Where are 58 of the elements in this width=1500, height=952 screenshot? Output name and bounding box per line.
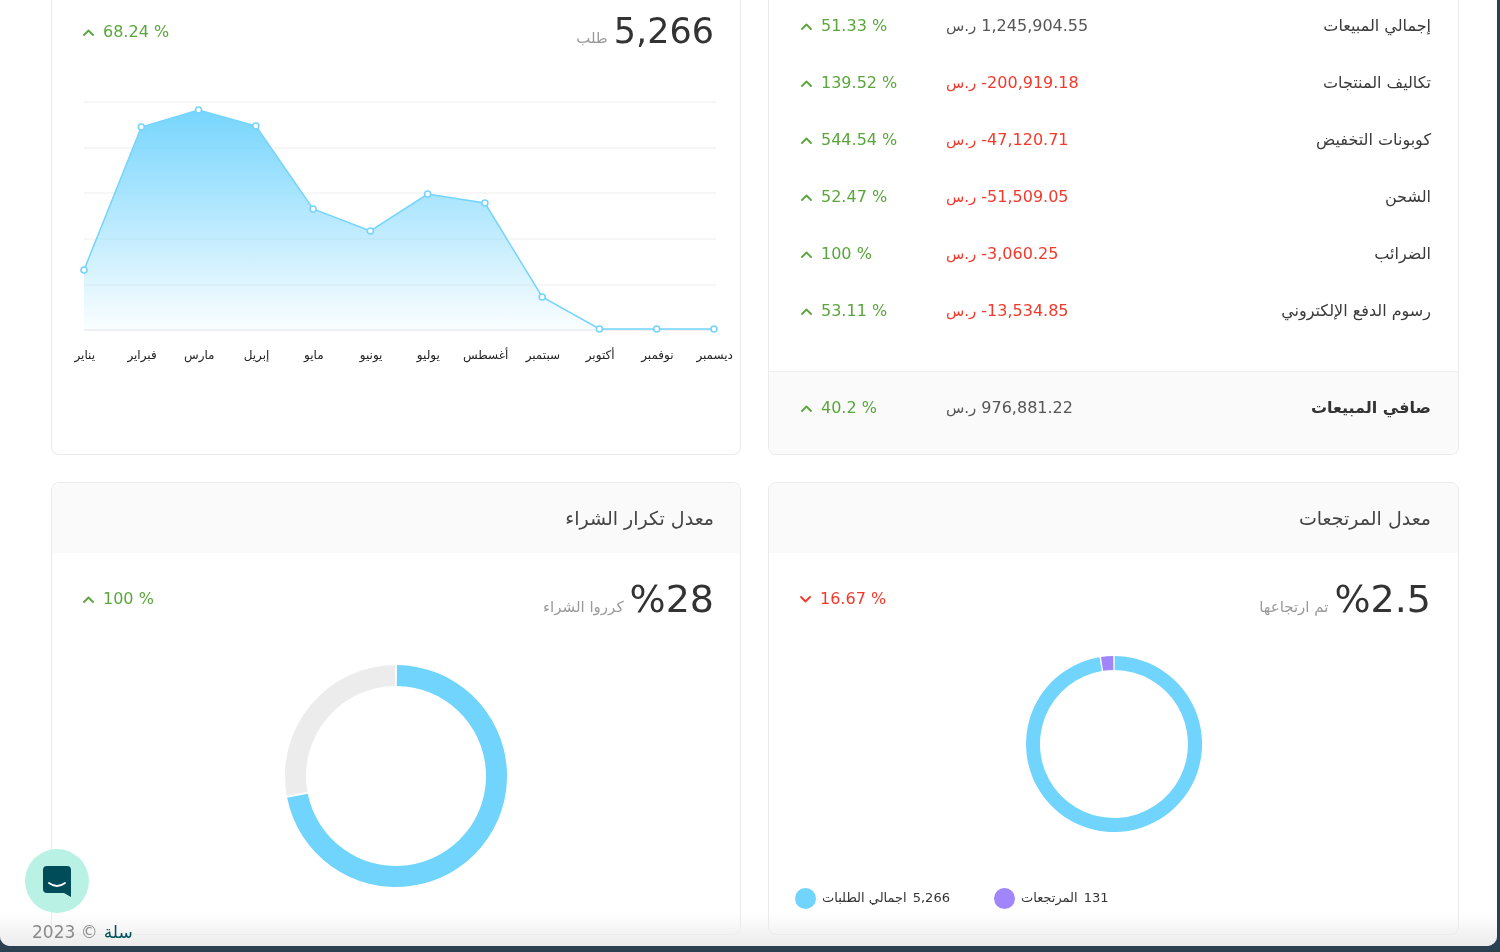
legend-value: 5,266	[912, 889, 950, 908]
copyright-text: © 2023	[32, 921, 98, 944]
month-label: فبراير	[127, 347, 157, 364]
row-label: رسوم الدفع الإلكتروني	[1281, 300, 1431, 323]
currency-text: ر.س	[946, 73, 977, 94]
stat-caption: تم ارتجاعها	[1259, 596, 1329, 618]
month-label: يونيو	[359, 347, 383, 364]
currency-text: ر.س	[946, 301, 977, 322]
change-value: 139.52 %	[821, 72, 898, 94]
change-value: 544.54 %	[821, 129, 898, 151]
currency-text: ر.س	[946, 398, 977, 419]
change-value: 16.67 %	[820, 588, 887, 610]
change-value: 100 %	[103, 588, 154, 610]
stat-value: 5,266	[613, 14, 714, 50]
stat-caption: كرروا الشراء	[543, 596, 624, 618]
amount-text: 976,881.22	[981, 397, 1073, 419]
amount-text: 1,245,904.55	[981, 15, 1089, 37]
row-label: إجمالي المبيعات	[1323, 15, 1431, 38]
change-value: 53.11 %	[821, 300, 888, 322]
month-label: يوليو	[416, 347, 440, 364]
stat-value: %2.5	[1334, 579, 1431, 618]
month-label: مايو	[304, 347, 324, 364]
legend-label: المرتجعات	[1020, 889, 1078, 908]
amount-text: -3,060.25	[981, 243, 1059, 265]
chat-bubble-icon	[43, 865, 71, 897]
stat-unit: طلب	[576, 28, 608, 50]
change-value: 40.2 %	[821, 397, 877, 419]
row-label: الشحن	[1384, 186, 1431, 209]
row-label: صافي المبيعات	[1310, 397, 1431, 420]
change-value: 52.47 %	[821, 186, 888, 208]
change-value: 68.24 %	[103, 21, 170, 43]
card-title: معدل تكرار الشراء	[565, 505, 714, 532]
row-label: الضرائب	[1374, 243, 1431, 265]
amount-text: -51,509.05	[981, 186, 1069, 208]
amount-text: -13,534.85	[981, 300, 1069, 322]
card-title: معدل المرتجعات	[1298, 505, 1431, 532]
month-label: سبتمبر	[525, 347, 561, 364]
month-label: مارس	[184, 347, 215, 364]
month-label: ديسمبر	[696, 347, 733, 364]
legend-value: 131	[1083, 889, 1109, 908]
stat-value: %28	[629, 579, 714, 618]
currency-text: ر.س	[946, 244, 977, 265]
currency-text: ر.س	[946, 16, 977, 37]
change-value: 51.33 %	[821, 15, 888, 37]
legend-label: اجمالي الطلبات	[822, 889, 907, 908]
month-label: نوفمبر	[641, 347, 674, 364]
change-value: 100 %	[821, 243, 872, 265]
currency-text: ر.س	[946, 187, 977, 208]
month-label: أكتوبر	[585, 346, 615, 364]
month-label: إبريل	[243, 347, 270, 364]
amount-text: -47,120.71	[981, 129, 1069, 151]
amount-text: -200,919.18	[981, 72, 1079, 94]
brand-name[interactable]: سلة	[103, 920, 133, 946]
month-label: أغسطس	[462, 346, 509, 364]
row-label: كوبونات التخفيض	[1315, 129, 1431, 152]
month-label: يناير	[74, 347, 96, 364]
row-label: تكاليف المنتجات	[1323, 72, 1431, 94]
currency-text: ر.س	[946, 130, 977, 151]
